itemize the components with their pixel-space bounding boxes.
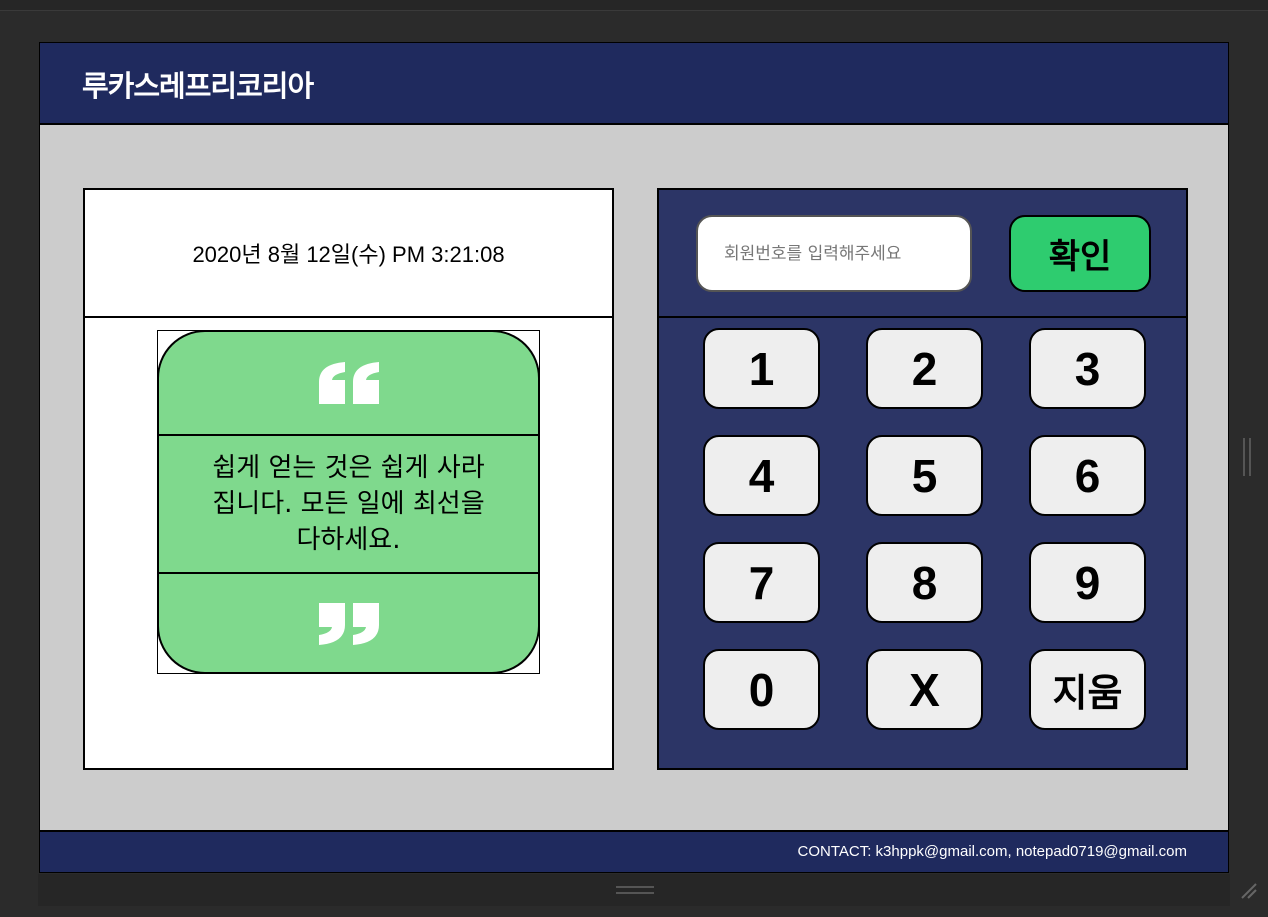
key-8[interactable]: 8: [866, 542, 983, 623]
key-3[interactable]: 3: [1029, 328, 1146, 409]
key-0[interactable]: 0: [703, 649, 820, 730]
confirm-button[interactable]: 확인: [1009, 215, 1151, 292]
key-delete[interactable]: 지움: [1029, 649, 1146, 730]
key-9[interactable]: 9: [1029, 542, 1146, 623]
quote-text: 쉽게 얻는 것은 쉽게 사라 집니다. 모든 일에 최선을 다하세요.: [212, 453, 485, 555]
footer: CONTACT: k3hppk@gmail.com, notepad0719@g…: [40, 830, 1228, 872]
window-top-edge: [0, 0, 1268, 11]
key-4[interactable]: 4: [703, 435, 820, 516]
member-number-input[interactable]: [696, 215, 972, 292]
quote-body: 쉽게 얻는 것은 쉽게 사라 집니다. 모든 일에 최선을 다하세요.: [159, 436, 538, 574]
quote-bottom: [159, 574, 538, 672]
quote-card: 쉽게 얻는 것은 쉽게 사라 집니다. 모든 일에 최선을 다하세요.: [157, 330, 540, 674]
key-7[interactable]: 7: [703, 542, 820, 623]
info-panel: 2020년 8월 12일(수) PM 3:21:08 쉽게 얻는 것은 쉽게 사…: [83, 188, 614, 770]
brand-title: 루카스레프리코리아: [82, 69, 314, 103]
key-6[interactable]: 6: [1029, 435, 1146, 516]
key-x[interactable]: X: [866, 649, 983, 730]
key-1[interactable]: 1: [703, 328, 820, 409]
current-datetime: 2020년 8월 12일(수) PM 3:21:08: [192, 242, 505, 267]
app-frame: 루카스레프리코리아 2020년 8월 12일(수) PM 3:21:08 쉽게 …: [39, 42, 1229, 873]
quote-top: [159, 332, 538, 436]
resize-handle-icon[interactable]: [1243, 438, 1251, 476]
login-panel: 확인 1 2 3 4 5 6 7 8 9 0 X 지움: [657, 188, 1188, 770]
resize-corner-icon[interactable]: [1238, 880, 1258, 900]
bottom-bar: [38, 874, 1230, 906]
datetime-box: 2020년 8월 12일(수) PM 3:21:08: [85, 190, 612, 318]
close-quote-icon: [318, 603, 379, 645]
contact-info: CONTACT: k3hppk@gmail.com, notepad0719@g…: [797, 843, 1187, 860]
key-5[interactable]: 5: [866, 435, 983, 516]
quote-frame: 쉽게 얻는 것은 쉽게 사라 집니다. 모든 일에 최선을 다하세요.: [157, 330, 540, 674]
open-quote-icon: [318, 362, 379, 404]
key-2[interactable]: 2: [866, 328, 983, 409]
drag-grip-icon[interactable]: [616, 886, 654, 894]
keypad: 1 2 3 4 5 6 7 8 9 0 X 지움: [659, 318, 1186, 770]
member-input-row: 확인: [659, 190, 1186, 318]
header: 루카스레프리코리아: [40, 43, 1228, 125]
